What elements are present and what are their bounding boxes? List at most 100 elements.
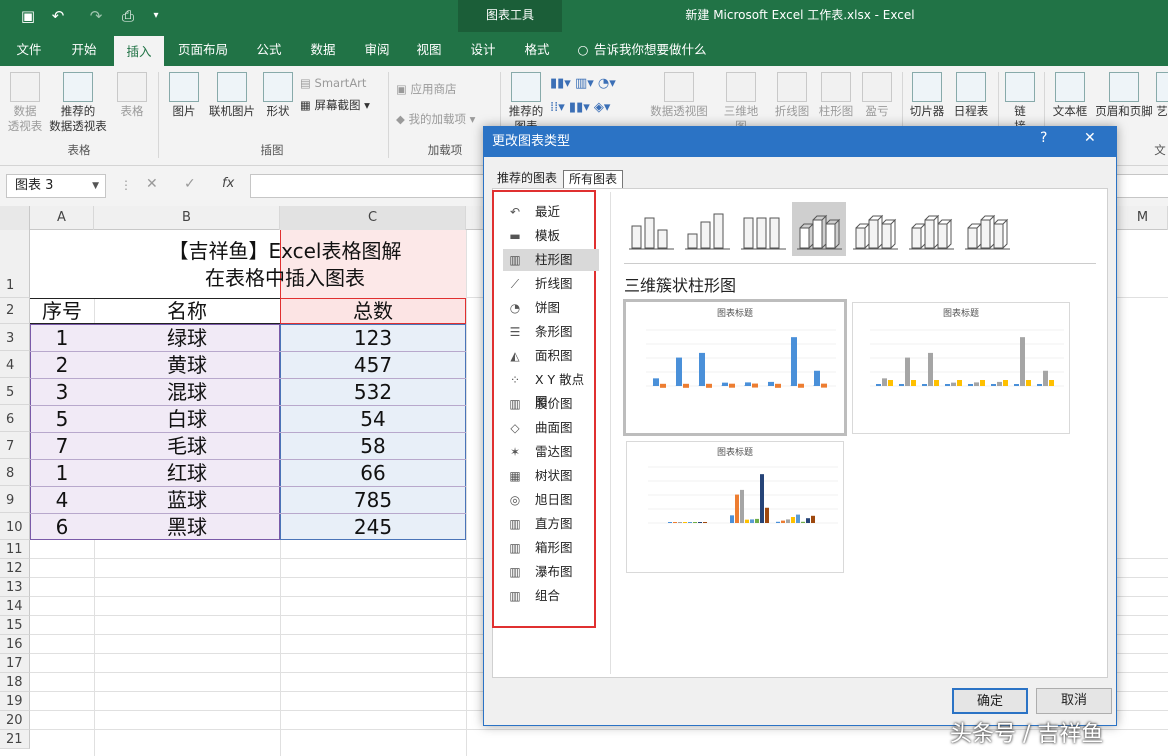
- wordart-button[interactable]: 艺: [1156, 70, 1168, 119]
- 3d-map-button[interactable]: 三维地 图: [718, 70, 764, 134]
- data-cell-total[interactable]: 532: [280, 379, 466, 405]
- chart-category-item[interactable]: ↶ 最近: [508, 201, 596, 223]
- data-cell-total[interactable]: 58: [280, 433, 466, 459]
- tab-format[interactable]: 格式: [514, 36, 560, 66]
- print-preview-icon[interactable]: ⎙: [118, 6, 138, 26]
- picture-button[interactable]: 图片: [164, 70, 204, 119]
- chart-category-item[interactable]: ☰ 条形图: [508, 321, 596, 343]
- header-cell-index[interactable]: 序号: [30, 298, 94, 324]
- undo-icon[interactable]: ↶: [48, 6, 68, 26]
- row-header[interactable]: 12: [0, 559, 30, 578]
- tab-all-charts[interactable]: 所有图表: [563, 170, 624, 188]
- name-box-dropdown-icon[interactable]: ▼: [92, 175, 99, 197]
- chart-category-item[interactable]: ◔ 饼图: [508, 297, 596, 319]
- row-header[interactable]: 5: [0, 378, 30, 405]
- column-header-a[interactable]: A: [30, 206, 94, 230]
- chart-category-item[interactable]: ▥ 瀑布图: [508, 561, 596, 583]
- name-box[interactable]: 图表 3 ▼: [6, 174, 106, 198]
- row-header[interactable]: 8: [0, 459, 30, 486]
- chart-category-item[interactable]: ✶ 雷达图: [508, 441, 596, 463]
- pivot-chart-button[interactable]: 数据透视图: [646, 70, 712, 119]
- row-header[interactable]: 21: [0, 730, 30, 749]
- column-subtype-option[interactable]: [624, 202, 678, 256]
- chart-category-item[interactable]: ◇ 曲面图: [508, 417, 596, 439]
- row-header[interactable]: 6: [0, 405, 30, 432]
- header-footer-button[interactable]: 页眉和页脚: [1092, 70, 1156, 119]
- data-cell-index[interactable]: 2: [30, 352, 94, 378]
- row-header[interactable]: 7: [0, 432, 30, 459]
- link-button[interactable]: 链 接: [1002, 70, 1038, 134]
- timeline-button[interactable]: 日程表: [950, 70, 992, 119]
- column-subtype-option[interactable]: [736, 202, 790, 256]
- tab-file[interactable]: 文件: [6, 36, 52, 66]
- data-cell-name[interactable]: 黑球: [94, 514, 280, 540]
- column-subtype-option[interactable]: [960, 202, 1014, 256]
- chart-category-item[interactable]: ⁘ X Y 散点图: [508, 369, 596, 409]
- textbox-button[interactable]: 文本框: [1048, 70, 1092, 119]
- tell-me-box[interactable]: 告诉我你想要做什么: [594, 36, 714, 66]
- recommended-charts-button[interactable]: 推荐的 图表: [504, 70, 548, 134]
- row-header[interactable]: 10: [0, 513, 30, 540]
- sparkline-column-button[interactable]: 柱形图: [814, 70, 858, 119]
- pivot-table-button[interactable]: 数据 透视表: [4, 70, 46, 134]
- header-cell-total[interactable]: 总数: [280, 298, 466, 324]
- row-header[interactable]: 16: [0, 635, 30, 654]
- tab-design[interactable]: 设计: [460, 36, 506, 66]
- enter-formula-icon[interactable]: ✓: [184, 176, 196, 192]
- data-cell-index[interactable]: 6: [30, 514, 94, 540]
- smartart-button[interactable]: ▤ SmartArt: [300, 74, 366, 92]
- column-header-m[interactable]: M: [1118, 206, 1168, 230]
- tab-home[interactable]: 开始: [58, 36, 110, 66]
- help-icon[interactable]: ?: [1040, 130, 1047, 146]
- cancel-formula-icon[interactable]: ✕: [146, 176, 158, 192]
- sparkline-winloss-button[interactable]: 盈亏: [858, 70, 896, 119]
- chart-category-item[interactable]: ⟋ 折线图: [508, 273, 596, 295]
- data-cell-index[interactable]: 5: [30, 406, 94, 432]
- data-cell-name[interactable]: 红球: [94, 460, 280, 486]
- data-cell-index[interactable]: 7: [30, 433, 94, 459]
- chart-category-item[interactable]: ◎ 旭日图: [508, 489, 596, 511]
- data-cell-name[interactable]: 绿球: [94, 325, 280, 351]
- row-header[interactable]: 15: [0, 616, 30, 635]
- tab-view[interactable]: 视图: [406, 36, 452, 66]
- redo-icon[interactable]: ↷: [86, 6, 106, 26]
- data-cell-name[interactable]: 白球: [94, 406, 280, 432]
- chart-category-item[interactable]: ▥ 箱形图: [508, 537, 596, 559]
- customize-quick-access-icon[interactable]: ▾: [146, 6, 166, 26]
- tab-insert[interactable]: 插入: [114, 36, 164, 66]
- chart-category-item[interactable]: ▥ 直方图: [508, 513, 596, 535]
- chart-category-item[interactable]: ▥ 组合: [508, 585, 596, 607]
- column-header-c[interactable]: C: [280, 206, 466, 230]
- data-cell-total[interactable]: 54: [280, 406, 466, 432]
- row-header[interactable]: 11: [0, 540, 30, 559]
- column-subtype-option[interactable]: [792, 202, 846, 256]
- tab-data[interactable]: 数据: [300, 36, 346, 66]
- row-header[interactable]: 20: [0, 711, 30, 730]
- data-cell-total[interactable]: 785: [280, 487, 466, 513]
- data-cell-name[interactable]: 蓝球: [94, 487, 280, 513]
- row-header[interactable]: 13: [0, 578, 30, 597]
- my-addins-button[interactable]: ◆ 我的加载项 ▾: [396, 110, 475, 128]
- insert-function-icon[interactable]: fx: [222, 176, 234, 191]
- tab-page-layout[interactable]: 页面布局: [172, 36, 234, 66]
- column-subtype-option[interactable]: [904, 202, 958, 256]
- data-cell-index[interactable]: 1: [30, 325, 94, 351]
- row-header[interactable]: 3: [0, 324, 30, 351]
- store-button[interactable]: ▣ 应用商店: [396, 80, 457, 98]
- chart-category-item[interactable]: ▬ 模板: [508, 225, 596, 247]
- slicer-button[interactable]: 切片器: [906, 70, 948, 119]
- table-button[interactable]: 表格: [112, 70, 152, 119]
- row-header[interactable]: 14: [0, 597, 30, 616]
- column-subtype-option[interactable]: [680, 202, 734, 256]
- select-all-corner[interactable]: [0, 206, 30, 230]
- cancel-button[interactable]: 取消: [1036, 688, 1112, 714]
- row-header[interactable]: 9: [0, 486, 30, 513]
- save-icon[interactable]: ▣: [18, 6, 38, 26]
- chart-category-item[interactable]: ◭ 面积图: [508, 345, 596, 367]
- data-cell-index[interactable]: 4: [30, 487, 94, 513]
- row-header[interactable]: 17: [0, 654, 30, 673]
- chart-category-item[interactable]: ▥ 股价图: [508, 393, 596, 415]
- column-header-b[interactable]: B: [94, 206, 280, 230]
- online-picture-button[interactable]: 联机图片: [204, 70, 260, 119]
- data-cell-name[interactable]: 毛球: [94, 433, 280, 459]
